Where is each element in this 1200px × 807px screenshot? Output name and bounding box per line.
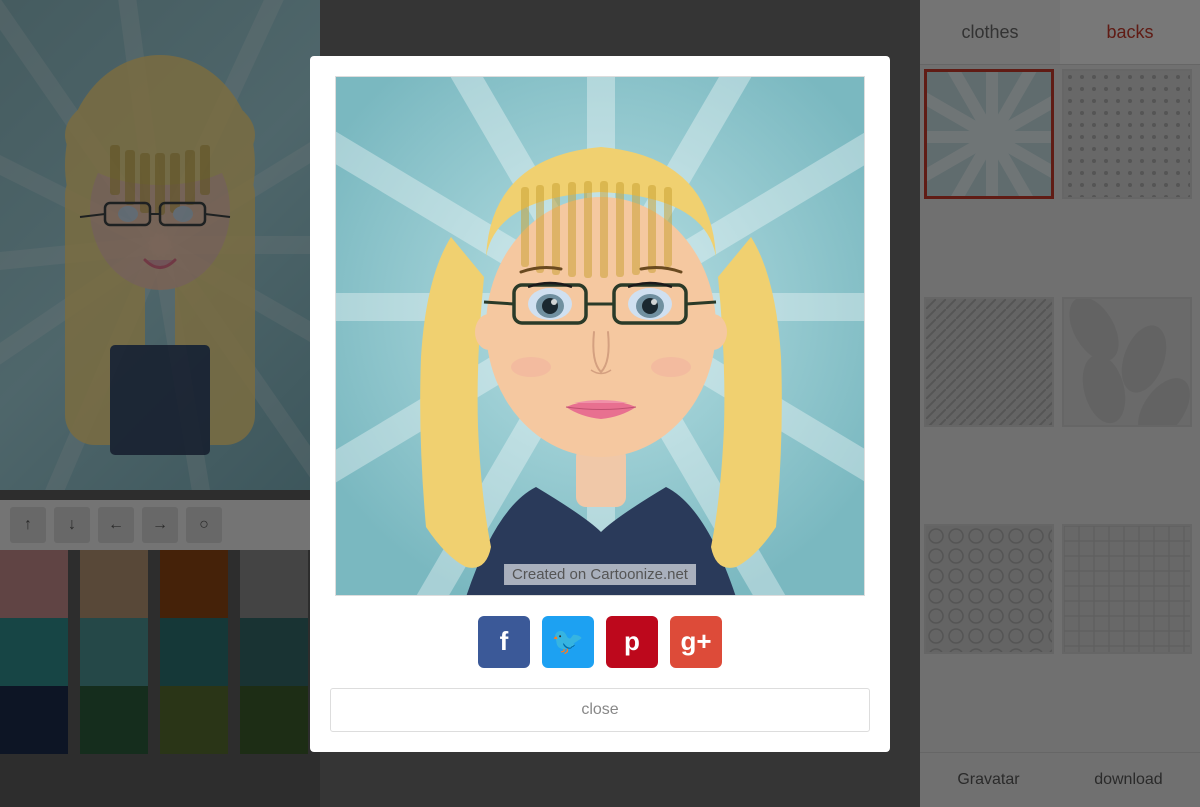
facebook-share-button[interactable]: f: [478, 616, 530, 668]
googleplus-share-button[interactable]: g+: [670, 616, 722, 668]
watermark: Created on Cartoonize.net: [504, 564, 696, 585]
twitter-share-button[interactable]: 🐦: [542, 616, 594, 668]
close-button[interactable]: close: [330, 688, 870, 732]
social-buttons: f 🐦 p g+: [478, 616, 722, 668]
modal-avatar-container: Created on Cartoonize.net: [335, 76, 865, 596]
modal-avatar-svg: [336, 77, 865, 596]
close-label: close: [581, 701, 618, 719]
share-modal: Created on Cartoonize.net f 🐦 p g+ close: [310, 56, 890, 752]
modal-overlay: Created on Cartoonize.net f 🐦 p g+ close: [0, 0, 1200, 807]
pinterest-share-button[interactable]: p: [606, 616, 658, 668]
